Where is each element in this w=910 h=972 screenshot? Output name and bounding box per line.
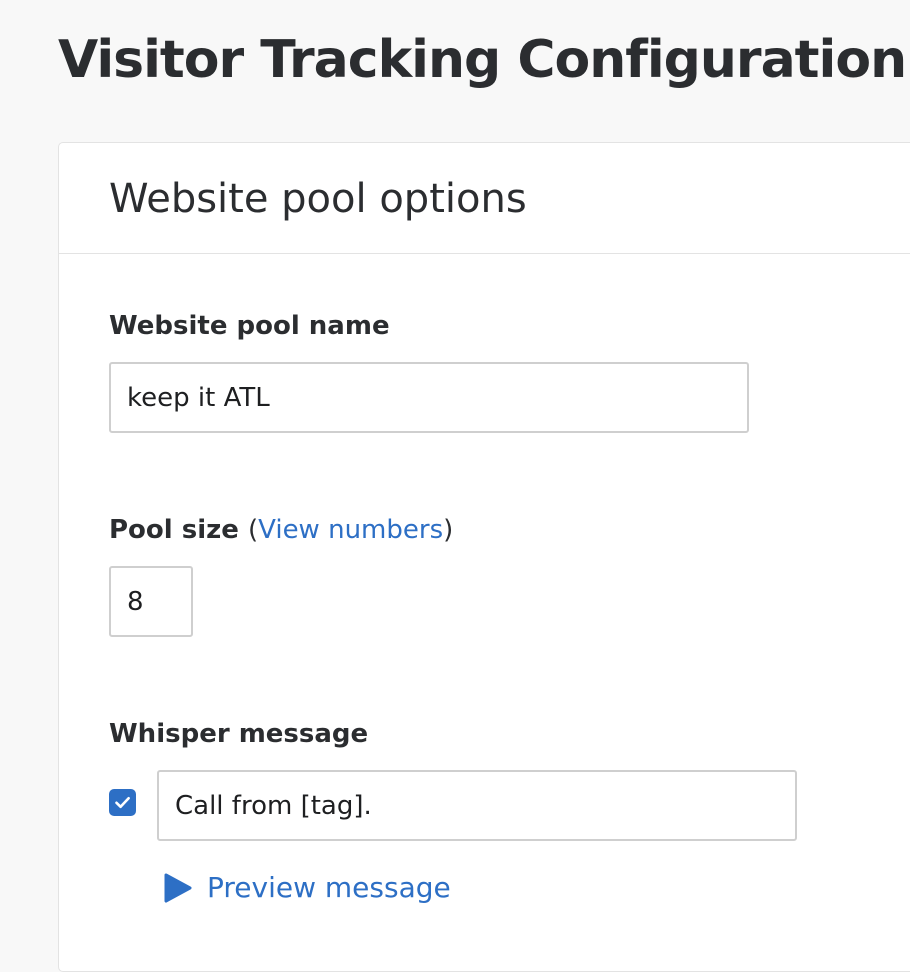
whisper-enabled-checkbox[interactable] [109,789,136,816]
card-title: Website pool options [109,176,527,222]
page-title: Visitor Tracking Configuration [58,30,907,90]
paren-close: ) [443,515,454,545]
whisper-message-input[interactable] [157,770,797,841]
check-icon [115,796,130,809]
paren-open: ( [247,515,259,545]
pool-name-label: Website pool name [109,311,390,341]
play-icon [164,873,192,903]
pool-name-input[interactable] [109,362,749,433]
website-pool-options-card: Website pool options Website pool name P… [58,142,910,972]
pool-size-input[interactable] [109,566,193,637]
pool-size-label: Pool size [109,515,239,545]
card-header: Website pool options [59,143,910,254]
preview-message-label: Preview message [207,871,451,904]
whisper-message-label: Whisper message [109,719,369,749]
pool-size-label-row: Pool size (View numbers) [109,512,453,548]
preview-message-button[interactable]: Preview message [163,868,451,908]
view-numbers-link[interactable]: View numbers [258,515,443,545]
